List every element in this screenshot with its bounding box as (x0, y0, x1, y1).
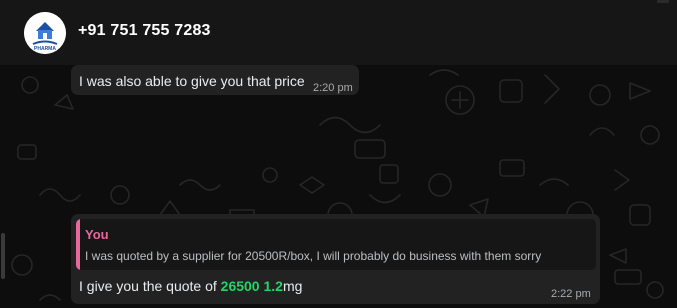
quoted-text: I was quoted by a supplier for 20500R/bo… (85, 249, 542, 263)
quoted-author: You (85, 227, 109, 242)
highlighted-dose: 1.2 (263, 278, 283, 294)
message-text: I was also able to give you that price (79, 73, 305, 89)
avatar[interactable]: PHARMA (24, 12, 66, 54)
chat-header: PHARMA +91 751 755 7283 (0, 0, 677, 65)
quoted-message[interactable]: You I was quoted by a supplier for 20500… (76, 219, 596, 270)
message-text: I give you the quote of 26500 1.2mg (79, 278, 302, 294)
avatar-logo-text: PHARMA (34, 46, 56, 52)
message-time: 2:22 pm (551, 288, 591, 300)
message-time: 2:20 pm (313, 82, 353, 94)
message-text-suffix: mg (282, 278, 303, 294)
quote-accent-bar (76, 219, 80, 270)
window-edge (657, 0, 669, 3)
message-bubble[interactable]: I was also able to give you that price 2… (71, 65, 359, 95)
contact-name[interactable]: +91 751 755 7283 (78, 22, 211, 40)
message-bubble[interactable]: You I was quoted by a supplier for 20500… (71, 214, 600, 304)
message-text-prefix: I give you the quote of (79, 278, 221, 294)
scrollbar[interactable] (1, 233, 5, 279)
chat-area: I was also able to give you that price 2… (0, 65, 677, 308)
highlighted-price: 26500 (220, 278, 260, 294)
